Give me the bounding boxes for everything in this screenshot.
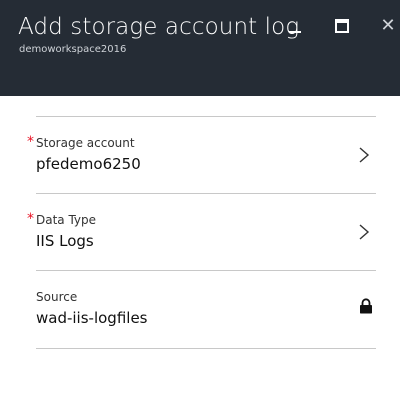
- blade-header: Add storage account log demoworkspace201…: [0, 0, 400, 96]
- blade-title: Add storage account log: [18, 14, 300, 40]
- chevron-right-icon: [359, 224, 370, 240]
- storage-account-label: Storage account: [36, 136, 135, 150]
- minimize-icon: [289, 31, 301, 33]
- source-field: Source wad-iis-logfiles: [0, 271, 400, 347]
- data-type-label: Data Type: [36, 213, 97, 227]
- data-type-value: IIS Logs: [36, 232, 94, 250]
- minimize-button[interactable]: [283, 14, 307, 38]
- required-marker: *: [27, 134, 34, 150]
- maximize-icon: [335, 19, 349, 33]
- close-icon: ✕: [380, 15, 396, 36]
- storage-account-field[interactable]: * Storage account pfedemo6250: [0, 117, 400, 193]
- source-label: Source: [36, 290, 78, 304]
- blade-content: * Storage account pfedemo6250 * Data Typ…: [0, 96, 400, 395]
- storage-account-value: pfedemo6250: [36, 155, 141, 173]
- close-button[interactable]: ✕: [376, 14, 400, 38]
- lock-icon: [360, 298, 372, 314]
- blade-subtitle: demoworkspace2016: [19, 44, 127, 55]
- data-type-field[interactable]: * Data Type IIS Logs: [0, 194, 400, 270]
- maximize-button[interactable]: [330, 14, 354, 38]
- chevron-right-icon: [359, 147, 370, 163]
- source-value: wad-iis-logfiles: [36, 309, 148, 327]
- required-marker: *: [27, 211, 34, 227]
- separator: [36, 348, 376, 349]
